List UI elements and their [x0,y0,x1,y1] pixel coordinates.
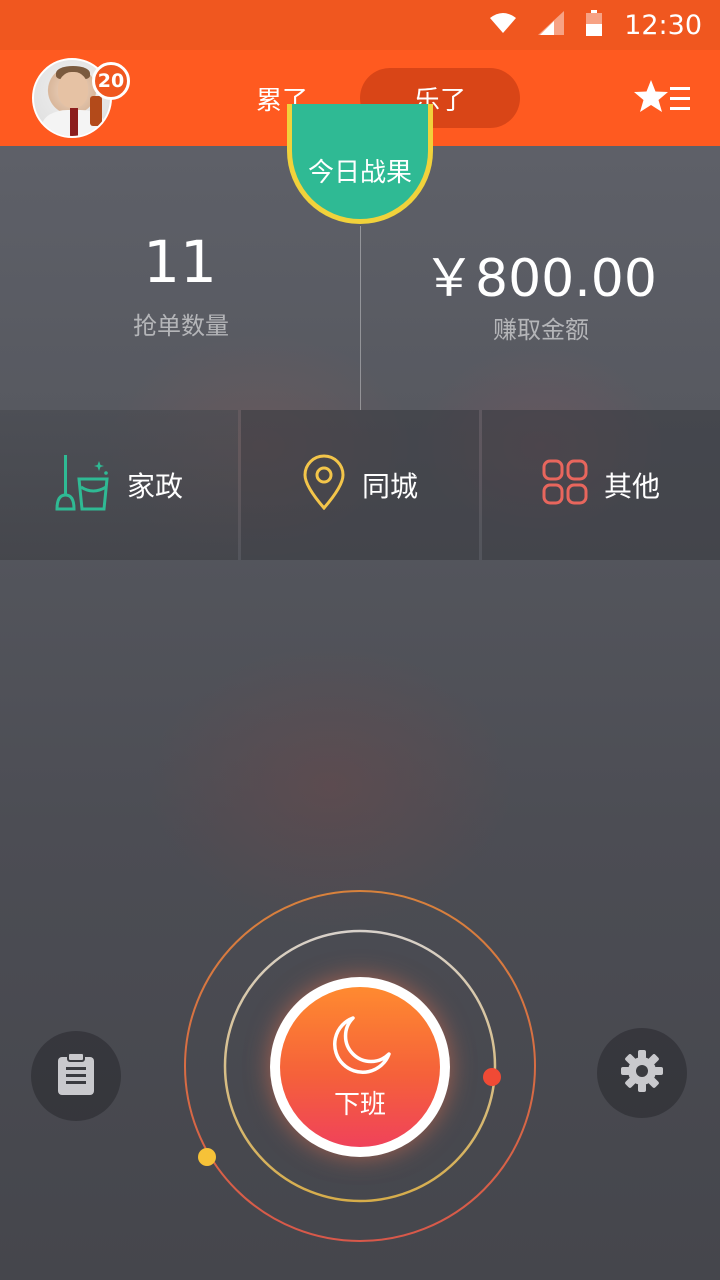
clipboard-icon [57,1052,95,1099]
earned-label: 赚取金额 [493,316,589,344]
broom-bucket-icon [55,453,111,518]
orders-label: 抢单数量 [133,312,229,340]
orbit-dot-yellow [198,1148,216,1166]
settings-button[interactable] [597,1028,687,1118]
orders-count: 11 [143,228,217,296]
signal-icon [538,11,565,39]
category-label: 同城 [361,470,418,503]
star-menu-icon[interactable] [634,78,692,118]
category-label: 其他 [603,470,660,503]
wifi-icon [490,12,517,38]
status-bar: 12:30 [0,0,720,50]
category-housekeeping[interactable]: 家政 [0,410,238,560]
location-pin-icon [302,454,346,517]
category-other[interactable]: 其他 [482,410,720,560]
battery-icon [586,10,603,40]
category-row: 家政 同城 其他 [0,410,720,560]
category-local[interactable]: 同城 [241,410,479,560]
status-time: 12:30 [624,9,702,41]
off-work-button[interactable]: 下班 [270,977,450,1157]
orbit-dot-red [483,1068,501,1086]
moon-icon [327,1014,393,1080]
off-work-label: 下班 [333,1089,386,1120]
orders-list-button[interactable] [31,1031,121,1121]
grid-icon [542,459,588,512]
notification-badge: 20 [92,62,130,100]
category-label: 家政 [126,470,183,503]
earned-amount: ￥800.00 [423,249,657,309]
gear-icon [620,1049,664,1097]
